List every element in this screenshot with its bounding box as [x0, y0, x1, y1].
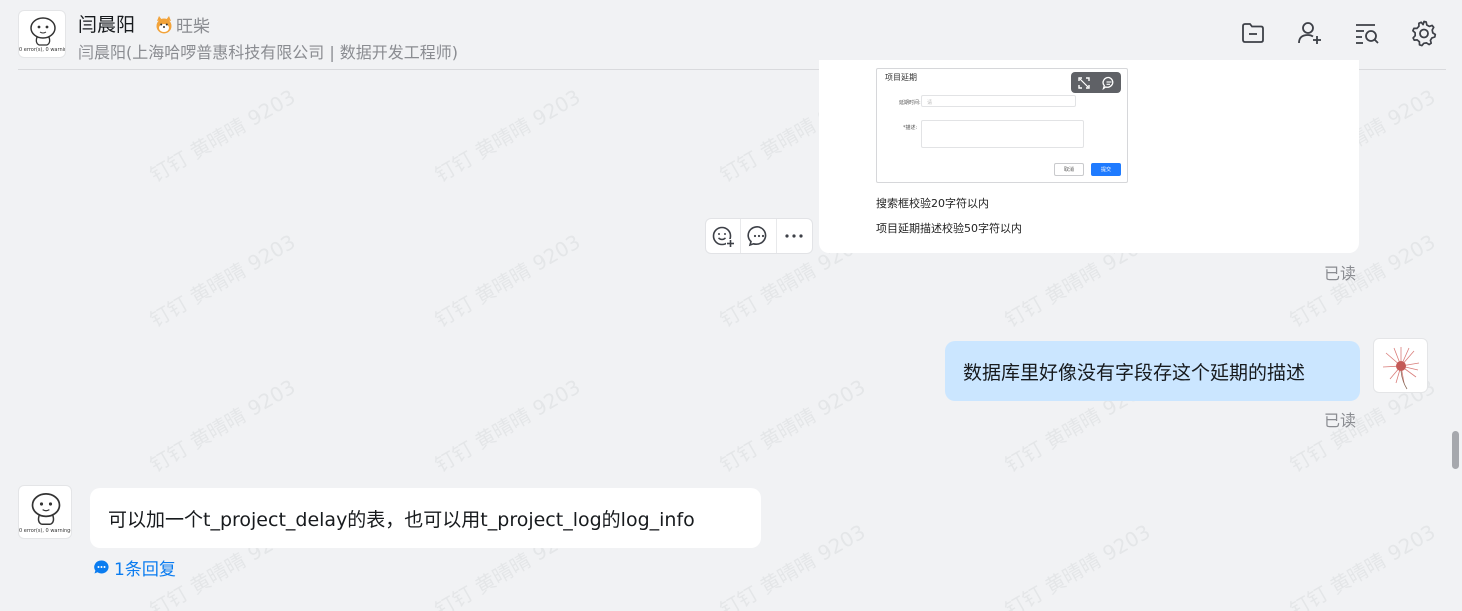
- settings-icon: [1412, 20, 1437, 47]
- card-text-line1: 搜索框校验20字符以内: [876, 197, 989, 210]
- watermark-text: 钉钉 黄晴晴 9203: [145, 229, 300, 333]
- add-member-button[interactable]: [1295, 18, 1325, 48]
- read-status: 已读: [1324, 264, 1357, 283]
- thread-replies-link[interactable]: 1条回复: [93, 555, 176, 580]
- sender-avatar[interactable]: 0 error(s), 0 warning(s): [18, 485, 72, 539]
- watermark-text: 钉钉 黄晴晴 9203: [145, 374, 300, 478]
- search-history-icon: [1356, 24, 1379, 44]
- more-actions-button[interactable]: [777, 219, 812, 253]
- dialog-cancel-button: 取消: [1054, 163, 1084, 176]
- settings-button[interactable]: [1409, 18, 1439, 48]
- dialog-field1-label: 延期时间:: [899, 100, 921, 106]
- outgoing-message-bubble[interactable]: 数据库里好像没有字段存这个延期的描述: [945, 341, 1360, 401]
- more-dots-icon: [785, 234, 803, 238]
- watermark-text: 钉钉 黄晴晴 9203: [1000, 519, 1155, 611]
- contact-subtitle: 闫晨阳(上海哈啰普惠科技有限公司 | 数据开发工程师): [78, 43, 459, 62]
- dialog-field1-placeholder: 请: [927, 100, 933, 106]
- reply-button[interactable]: [741, 219, 777, 253]
- incoming-message-text: 可以加一个t_project_delay的表，也可以用t_project_log…: [108, 508, 695, 531]
- avatar-caption: 0 error(s), 0 warning(s): [19, 47, 65, 53]
- read-status: 已读: [1324, 411, 1357, 430]
- contact-avatar[interactable]: 0 error(s), 0 warning(s): [18, 10, 66, 58]
- search-history-button[interactable]: [1352, 18, 1382, 48]
- card-text-line2: 项目延期描述校验50字符以内: [876, 222, 1022, 235]
- dialog-title: 项目延期: [885, 73, 917, 82]
- incoming-message-bubble[interactable]: 可以加一个t_project_delay的表，也可以用t_project_log…: [90, 488, 761, 548]
- dialog-field1-input: 请: [921, 95, 1076, 107]
- add-member-icon: [1298, 22, 1321, 44]
- message-action-bar: [705, 218, 813, 254]
- dialog-field2-label: *描述:: [903, 125, 918, 131]
- shiba-dog-icon: [156, 15, 172, 33]
- folder-button[interactable]: [1238, 18, 1268, 48]
- add-reaction-button[interactable]: [706, 219, 742, 253]
- contact-status-tag: 旺柴: [154, 12, 210, 37]
- add-emoji-icon: [712, 226, 736, 248]
- image-message-card[interactable]: 项目延期 延期时间: 请 *描述: 取消 提交 搜索框校验20字符以内 项目延期…: [819, 60, 1359, 253]
- reply-count-label: 1条回复: [114, 560, 176, 580]
- reply-bubble-icon: [94, 560, 109, 574]
- scrollbar-thumb[interactable]: [1452, 431, 1459, 469]
- outgoing-message-text: 数据库里好像没有字段存这个延期的描述: [963, 361, 1306, 384]
- avatar-caption: 0 error(s), 0 warning(s): [19, 528, 72, 534]
- status-tag-label: 旺柴: [176, 17, 210, 37]
- dialog-confirm-button: 提交: [1091, 163, 1121, 176]
- comment-icon[interactable]: [1101, 76, 1116, 90]
- expand-icon[interactable]: [1077, 76, 1091, 90]
- watermark-text: 钉钉 黄晴晴 9203: [430, 84, 585, 188]
- image-tools-overlay: [1071, 72, 1121, 93]
- watermark-text: 钉钉 黄晴晴 9203: [715, 374, 870, 478]
- contact-name[interactable]: 闫晨阳: [78, 10, 135, 37]
- watermark-text: 钉钉 黄晴晴 9203: [145, 84, 300, 188]
- folder-icon: [1242, 23, 1264, 43]
- watermark-text: 钉钉 黄晴晴 9203: [430, 374, 585, 478]
- self-avatar[interactable]: [1373, 338, 1428, 393]
- chat-bubble-icon: [746, 226, 766, 247]
- watermark-text: 钉钉 黄晴晴 9203: [1285, 519, 1440, 611]
- dialog-field2-textarea: [921, 120, 1084, 148]
- flower-avatar-icon: [1382, 347, 1420, 390]
- watermark-text: 钉钉 黄晴晴 9203: [430, 229, 585, 333]
